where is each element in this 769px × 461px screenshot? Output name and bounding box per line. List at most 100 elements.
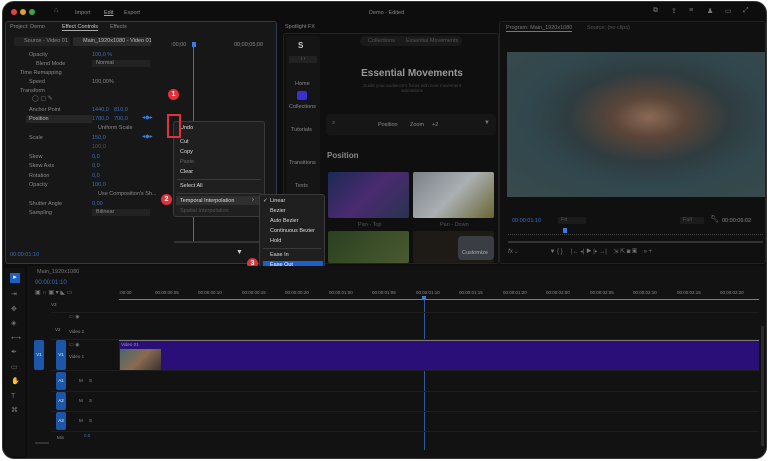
use-composition-shutter-checkbox[interactable]: Use Composition's Sh... bbox=[98, 191, 157, 197]
submenu-continuous-bezier[interactable]: Continuous Bezier bbox=[270, 228, 315, 234]
quick-export-icon[interactable]: ⧉ bbox=[653, 7, 658, 15]
filter-icon[interactable]: ▼ bbox=[484, 120, 490, 126]
position-x[interactable]: 1780,0 bbox=[92, 116, 109, 122]
scale-keyframe-nav[interactable]: ◂◆▸ bbox=[142, 133, 153, 140]
mask-shape-icons[interactable]: ◯ ▢ ✎ bbox=[32, 95, 53, 102]
program-timecode[interactable]: 00:00:01:10 bbox=[512, 218, 541, 224]
nav-transitions[interactable]: Transitions bbox=[289, 160, 316, 166]
search-icon[interactable]: ⌕ bbox=[332, 120, 335, 127]
menu-spatial-interpolation[interactable]: Spatial Interpolation bbox=[180, 208, 229, 214]
timeline-tools[interactable]: ▣ ∩ ▣ ▾ ◣ ▭ bbox=[35, 289, 72, 296]
breadcrumb-collections[interactable]: Collections bbox=[368, 38, 395, 44]
solo-a3[interactable]: S bbox=[89, 418, 92, 423]
anchor-y[interactable]: 810,0 bbox=[114, 107, 128, 113]
card-pan-top[interactable] bbox=[328, 172, 409, 218]
submenu-ease-in[interactable]: Ease In bbox=[270, 252, 289, 258]
submenu-bezier[interactable]: Bezier bbox=[270, 208, 286, 214]
keyframe-nav[interactable]: ◂◆▸ bbox=[142, 114, 153, 121]
program-ruler[interactable] bbox=[508, 231, 763, 235]
customize-button[interactable]: Customize bbox=[458, 236, 494, 260]
card-pan-down[interactable] bbox=[413, 172, 494, 218]
back-forward-buttons[interactable]: ‹ › bbox=[289, 56, 317, 63]
sequence-tab[interactable]: Main_1920x1080 bbox=[37, 269, 79, 275]
settings-wrench-icon[interactable]: 🔧︎ bbox=[710, 215, 719, 223]
opacity-value[interactable]: 100,0 % bbox=[92, 52, 112, 58]
filter-more[interactable]: +2 bbox=[432, 122, 438, 128]
time-ruler[interactable]: :00:00 00:00:00:05 00:00:00:10 00:00:00:… bbox=[119, 288, 759, 300]
menu-copy[interactable]: Copy bbox=[180, 149, 193, 155]
solo-a2[interactable]: S bbox=[89, 398, 92, 403]
skew-axis-value[interactable]: 0,0 bbox=[92, 163, 100, 169]
workspaces-icon[interactable]: ≡ bbox=[689, 7, 693, 14]
nav-texts[interactable]: Texts bbox=[295, 183, 308, 189]
timeline-vertical-scrollbar[interactable] bbox=[761, 326, 764, 446]
fullscreen-icon[interactable]: ⤢ bbox=[743, 7, 749, 15]
nav-tutorials[interactable]: Tutorials bbox=[291, 127, 312, 133]
card-3[interactable] bbox=[328, 231, 409, 263]
blend-mode-select[interactable]: Normal bbox=[92, 60, 150, 67]
nav-home[interactable]: Home bbox=[295, 81, 310, 87]
program-controls[interactable]: 𝑓x ⌄ ▼ { } |← ◂| ▶ |▸ →| ⇲ ⇱ ◙ ▣ » + bbox=[508, 248, 652, 256]
source-patch-v1[interactable]: V1 bbox=[34, 340, 44, 370]
menu-paste[interactable]: Paste bbox=[180, 159, 194, 165]
position-y[interactable]: 700,0 bbox=[114, 116, 128, 122]
source-clip-tab[interactable]: Source - Video 01 bbox=[14, 37, 70, 46]
home-icon[interactable]: ⌂ bbox=[54, 7, 58, 14]
comments-icon[interactable]: ▭ bbox=[725, 7, 732, 15]
menu-clear[interactable]: Clear bbox=[180, 169, 193, 175]
uniform-scale-checkbox[interactable]: Uniform Scale bbox=[98, 125, 133, 131]
timeline-zoom-scrollbar[interactable] bbox=[35, 442, 49, 444]
account-icon[interactable]: ♟ bbox=[707, 7, 713, 15]
minimize-window-button[interactable] bbox=[20, 9, 26, 15]
fit-select[interactable]: Fit bbox=[558, 217, 586, 224]
skew-value[interactable]: 0,0 bbox=[92, 154, 100, 160]
share-icon[interactable]: ⇪ bbox=[671, 7, 677, 15]
zoom-window-button[interactable] bbox=[29, 9, 35, 15]
solo-a1[interactable]: S bbox=[89, 378, 92, 383]
submenu-linear[interactable]: Linear bbox=[270, 198, 285, 204]
transform-opacity-value[interactable]: 100,0 bbox=[92, 182, 106, 188]
anchor-x[interactable]: 1440,0 bbox=[92, 107, 109, 113]
track-v1-toggles[interactable]: ▭ ◉ bbox=[69, 342, 79, 348]
sampling-select[interactable]: Bilinear bbox=[92, 209, 150, 216]
tab-effect-controls[interactable]: Effect Controls bbox=[62, 24, 98, 31]
nav-collections[interactable]: Collections bbox=[289, 104, 316, 110]
scale-value[interactable]: 150,0 bbox=[92, 135, 106, 141]
search-filter-bar[interactable]: ⌕ Position Zoom +2 ▼ bbox=[326, 114, 496, 135]
rotation-value[interactable]: 0,0 bbox=[92, 173, 100, 179]
mute-a2[interactable]: M bbox=[79, 398, 83, 403]
tool-icons[interactable]: ⇥ ✥ ◈ ⟷ ✒ ▭ ✋ T ⌘ bbox=[11, 288, 21, 419]
filter-icon[interactable]: ▼ bbox=[236, 249, 243, 256]
timeline-timecode[interactable]: 00:00:01:10 bbox=[35, 280, 67, 286]
close-window-button[interactable] bbox=[11, 9, 17, 15]
mix-value[interactable]: 0,0 bbox=[84, 433, 90, 438]
sequence-clip-tab[interactable]: Main_1920x1080 - Video 01 bbox=[73, 37, 152, 46]
track-a1[interactable]: A1 bbox=[56, 372, 66, 390]
tab-effects[interactable]: Effects bbox=[110, 24, 127, 30]
program-playhead[interactable] bbox=[563, 228, 567, 233]
selection-tool[interactable]: ▸ bbox=[10, 273, 20, 283]
tab-source[interactable]: Source: (no clips) bbox=[587, 25, 630, 31]
menu-cut[interactable]: Cut bbox=[180, 139, 189, 145]
shutter-angle-value[interactable]: 0,00 bbox=[92, 201, 103, 207]
mute-a3[interactable]: M bbox=[79, 418, 83, 423]
filter-position[interactable]: Position bbox=[378, 122, 398, 128]
nav-import[interactable]: Import bbox=[75, 10, 91, 16]
mute-a1[interactable]: M bbox=[79, 378, 83, 383]
speed-value[interactable]: 100,00% bbox=[92, 79, 114, 85]
track-v2-toggles[interactable]: ▭ ◉ bbox=[69, 314, 79, 320]
track-target-v1[interactable]: V1 bbox=[56, 340, 66, 370]
filter-zoom[interactable]: Zoom bbox=[410, 122, 424, 128]
track-a3[interactable]: A3 bbox=[56, 412, 66, 430]
quality-select[interactable]: Full bbox=[680, 217, 704, 224]
tab-program[interactable]: Program: Main_1920x1080 bbox=[506, 25, 573, 32]
nav-edit[interactable]: Edit bbox=[104, 10, 113, 16]
submenu-auto-bezier[interactable]: Auto Bezier bbox=[270, 218, 298, 224]
menu-temporal-interpolation[interactable]: Temporal Interpolation › bbox=[176, 196, 262, 205]
track-a2[interactable]: A2 bbox=[56, 392, 66, 410]
submenu-hold[interactable]: Hold bbox=[270, 238, 281, 244]
nav-export[interactable]: Export bbox=[124, 10, 140, 16]
tab-project[interactable]: Project: Demo bbox=[10, 24, 45, 30]
menu-undo[interactable]: Undo bbox=[180, 125, 193, 131]
effect-controls-timecode[interactable]: 00:00:01:10 bbox=[10, 252, 39, 258]
